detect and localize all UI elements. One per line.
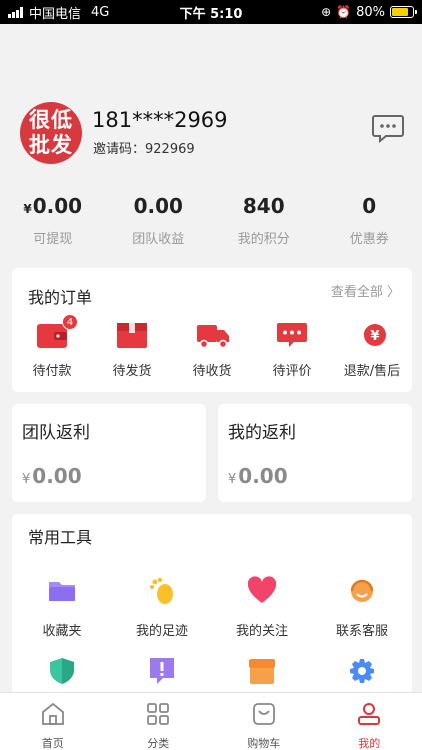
tab-home[interactable]: 首页 xyxy=(0,693,106,750)
my-rebate-value: ¥0.00 xyxy=(228,464,288,488)
orders-card: 我的订单 查看全部 〉 4 待付款 待发货 待收货 待评价 ¥ 退款/售后 xyxy=(12,268,412,392)
tool-settings[interactable] xyxy=(312,656,412,690)
cart-icon xyxy=(252,703,275,725)
battery-percent: 80% xyxy=(356,4,385,20)
orders-title: 我的订单 xyxy=(28,288,93,307)
stat-withdrawable[interactable]: ¥0.00 可提现 xyxy=(0,194,106,247)
stats-row: ¥0.00 可提现 0.00 团队收益 840 我的积分 0 优惠券 xyxy=(0,194,422,247)
tab-bar: 首页 分类 购物车 我的 xyxy=(0,692,422,750)
tool-favorites[interactable]: 收藏夹 xyxy=(12,576,112,639)
tools-card: 常用工具 收藏夹 我的足迹 我的关注 联系客服 xyxy=(12,514,412,704)
tool-footprints[interactable]: 我的足迹 xyxy=(112,576,212,639)
order-pending-review[interactable]: 待评价 xyxy=(252,320,332,379)
heart-icon xyxy=(247,576,277,603)
footprint-icon xyxy=(150,577,173,604)
tab-category[interactable]: 分类 xyxy=(106,693,212,750)
tools-title: 常用工具 xyxy=(28,528,93,547)
truck-icon xyxy=(197,325,229,349)
order-pending-payment[interactable]: 4 待付款 xyxy=(12,314,92,379)
comment-icon xyxy=(277,323,307,347)
tab-cart[interactable]: 购物车 xyxy=(211,693,317,750)
order-refund[interactable]: ¥ 退款/售后 xyxy=(332,320,412,379)
user-phone: 181****2969 xyxy=(92,108,228,132)
tool-store[interactable] xyxy=(212,656,312,690)
stat-team-income[interactable]: 0.00 团队收益 xyxy=(106,194,212,247)
svg-text:¥: ¥ xyxy=(370,329,379,344)
carrier-name: 中国电信 xyxy=(29,6,82,22)
gear-icon xyxy=(350,659,374,683)
my-rebate-card[interactable]: 我的返利 ¥0.00 xyxy=(218,404,412,502)
order-badge: 4 xyxy=(62,314,78,330)
team-rebate-card[interactable]: 团队返利 ¥0.00 xyxy=(12,404,206,502)
home-icon xyxy=(41,702,64,725)
tool-security[interactable] xyxy=(12,656,112,690)
package-icon xyxy=(117,323,147,348)
stat-coupons[interactable]: 0 优惠券 xyxy=(317,194,422,247)
message-icon[interactable] xyxy=(372,113,404,143)
team-rebate-value: ¥0.00 xyxy=(22,464,82,488)
alert-icon xyxy=(150,658,174,684)
signal-icon xyxy=(8,6,23,18)
battery-icon xyxy=(390,6,417,18)
invite-code: 邀请码：922969 xyxy=(93,142,195,157)
shield-icon xyxy=(50,658,74,684)
user-icon xyxy=(358,703,381,725)
alarm-icon: ⏰ xyxy=(336,5,352,19)
order-pending-shipment[interactable]: 待发货 xyxy=(92,320,172,379)
grid-icon xyxy=(147,703,170,725)
tool-feedback[interactable] xyxy=(112,656,212,690)
headset-icon xyxy=(350,579,374,602)
stat-points[interactable]: 840 我的积分 xyxy=(211,194,317,247)
avatar[interactable]: 很低 批发 xyxy=(20,102,82,164)
status-bar: 中国电信 4G 下午 5:10 ⊕ ⏰ 80% xyxy=(0,0,422,24)
folder-icon xyxy=(49,582,75,601)
network-type: 4G xyxy=(91,4,110,20)
refund-icon: ¥ xyxy=(363,324,386,346)
store-icon xyxy=(249,659,275,684)
view-all-orders-link[interactable]: 查看全部 〉 xyxy=(331,281,400,300)
tool-following[interactable]: 我的关注 xyxy=(212,576,312,639)
order-pending-receipt[interactable]: 待收货 xyxy=(172,320,252,379)
tool-customer-service[interactable]: 联系客服 xyxy=(312,576,412,639)
tab-profile[interactable]: 我的 xyxy=(317,693,422,750)
rotation-lock-icon: ⊕ xyxy=(321,5,332,19)
